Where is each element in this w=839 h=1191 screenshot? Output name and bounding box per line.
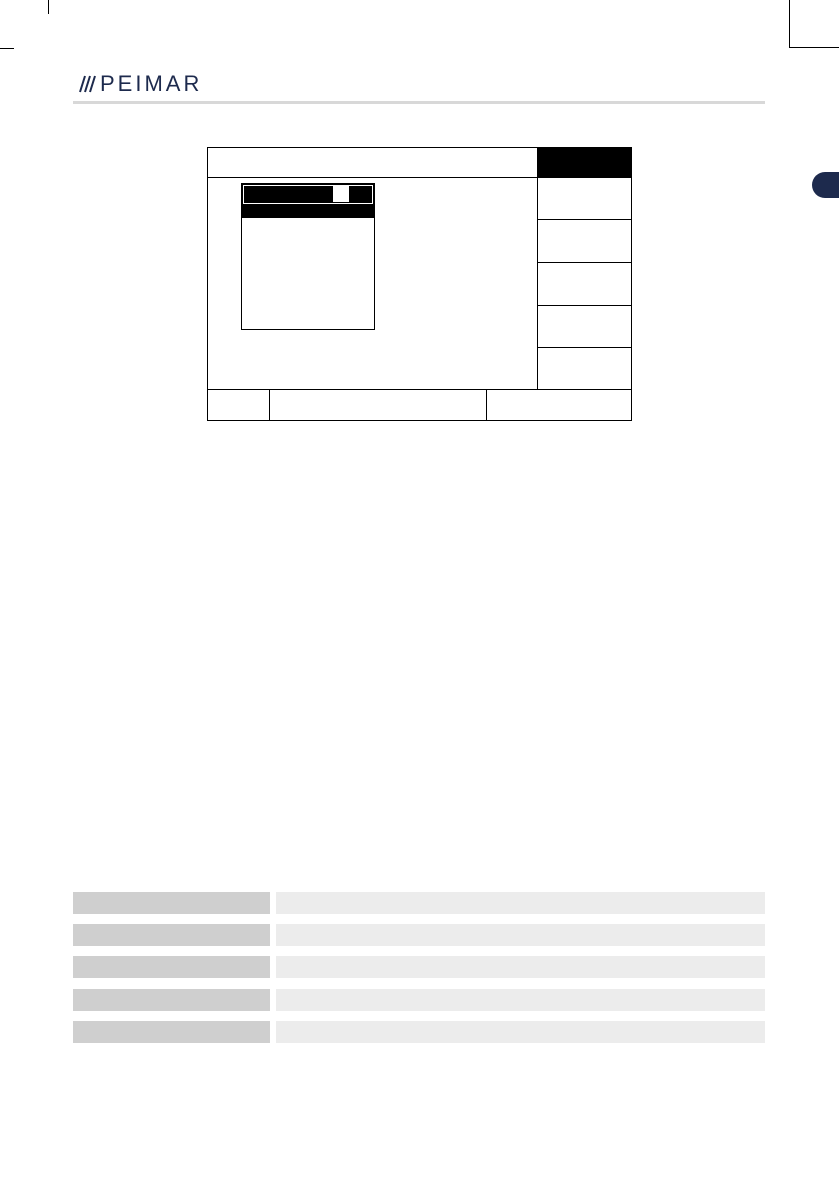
table-row <box>73 989 765 1011</box>
param-value-cell <box>276 956 765 978</box>
param-value-cell <box>276 989 765 1011</box>
table-row <box>73 956 765 978</box>
screen-title-bar <box>208 148 537 178</box>
crop-mark-top-left-vertical <box>48 0 49 14</box>
screen-status-bar <box>208 389 631 420</box>
dropdown-selected-item[interactable] <box>242 206 374 218</box>
param-value-cell <box>276 892 765 914</box>
param-value-cell <box>276 924 765 946</box>
status-cell-1 <box>208 390 270 420</box>
param-value-cell <box>276 1021 765 1043</box>
param-key-cell <box>73 956 270 978</box>
param-key-cell <box>73 989 270 1011</box>
chapter-side-tab <box>812 172 839 198</box>
softkey-column <box>537 148 632 389</box>
softkey-5[interactable] <box>538 348 632 389</box>
triple-slash-logo-icon <box>79 75 96 93</box>
param-key-cell <box>73 892 270 914</box>
softkey-2[interactable] <box>538 220 632 263</box>
crop-mark-top-left <box>0 48 14 49</box>
header-rule <box>73 101 765 104</box>
param-key-cell <box>73 924 270 946</box>
brand-name: PEIMAR <box>100 71 203 96</box>
param-key-cell <box>73 1021 270 1043</box>
crop-mark-top-right <box>789 0 790 48</box>
table-row <box>73 892 765 914</box>
softkey-1[interactable] <box>538 178 632 220</box>
softkey-3[interactable] <box>538 263 632 306</box>
table-row <box>73 1021 765 1043</box>
status-cell-2 <box>270 390 487 420</box>
brand-logo: PEIMAR <box>76 70 202 98</box>
crop-mark-top-right-horizontal <box>790 47 839 48</box>
dropdown-indicator-icon[interactable] <box>333 186 349 202</box>
softkey-4[interactable] <box>538 306 632 348</box>
device-screen-diagram <box>207 147 632 421</box>
status-cell-3 <box>487 390 631 420</box>
dropdown-header[interactable] <box>242 184 374 206</box>
table-row <box>73 924 765 946</box>
dropdown-header-frame <box>243 185 373 204</box>
softkey-header <box>538 148 632 178</box>
dropdown-menu[interactable] <box>241 183 375 330</box>
